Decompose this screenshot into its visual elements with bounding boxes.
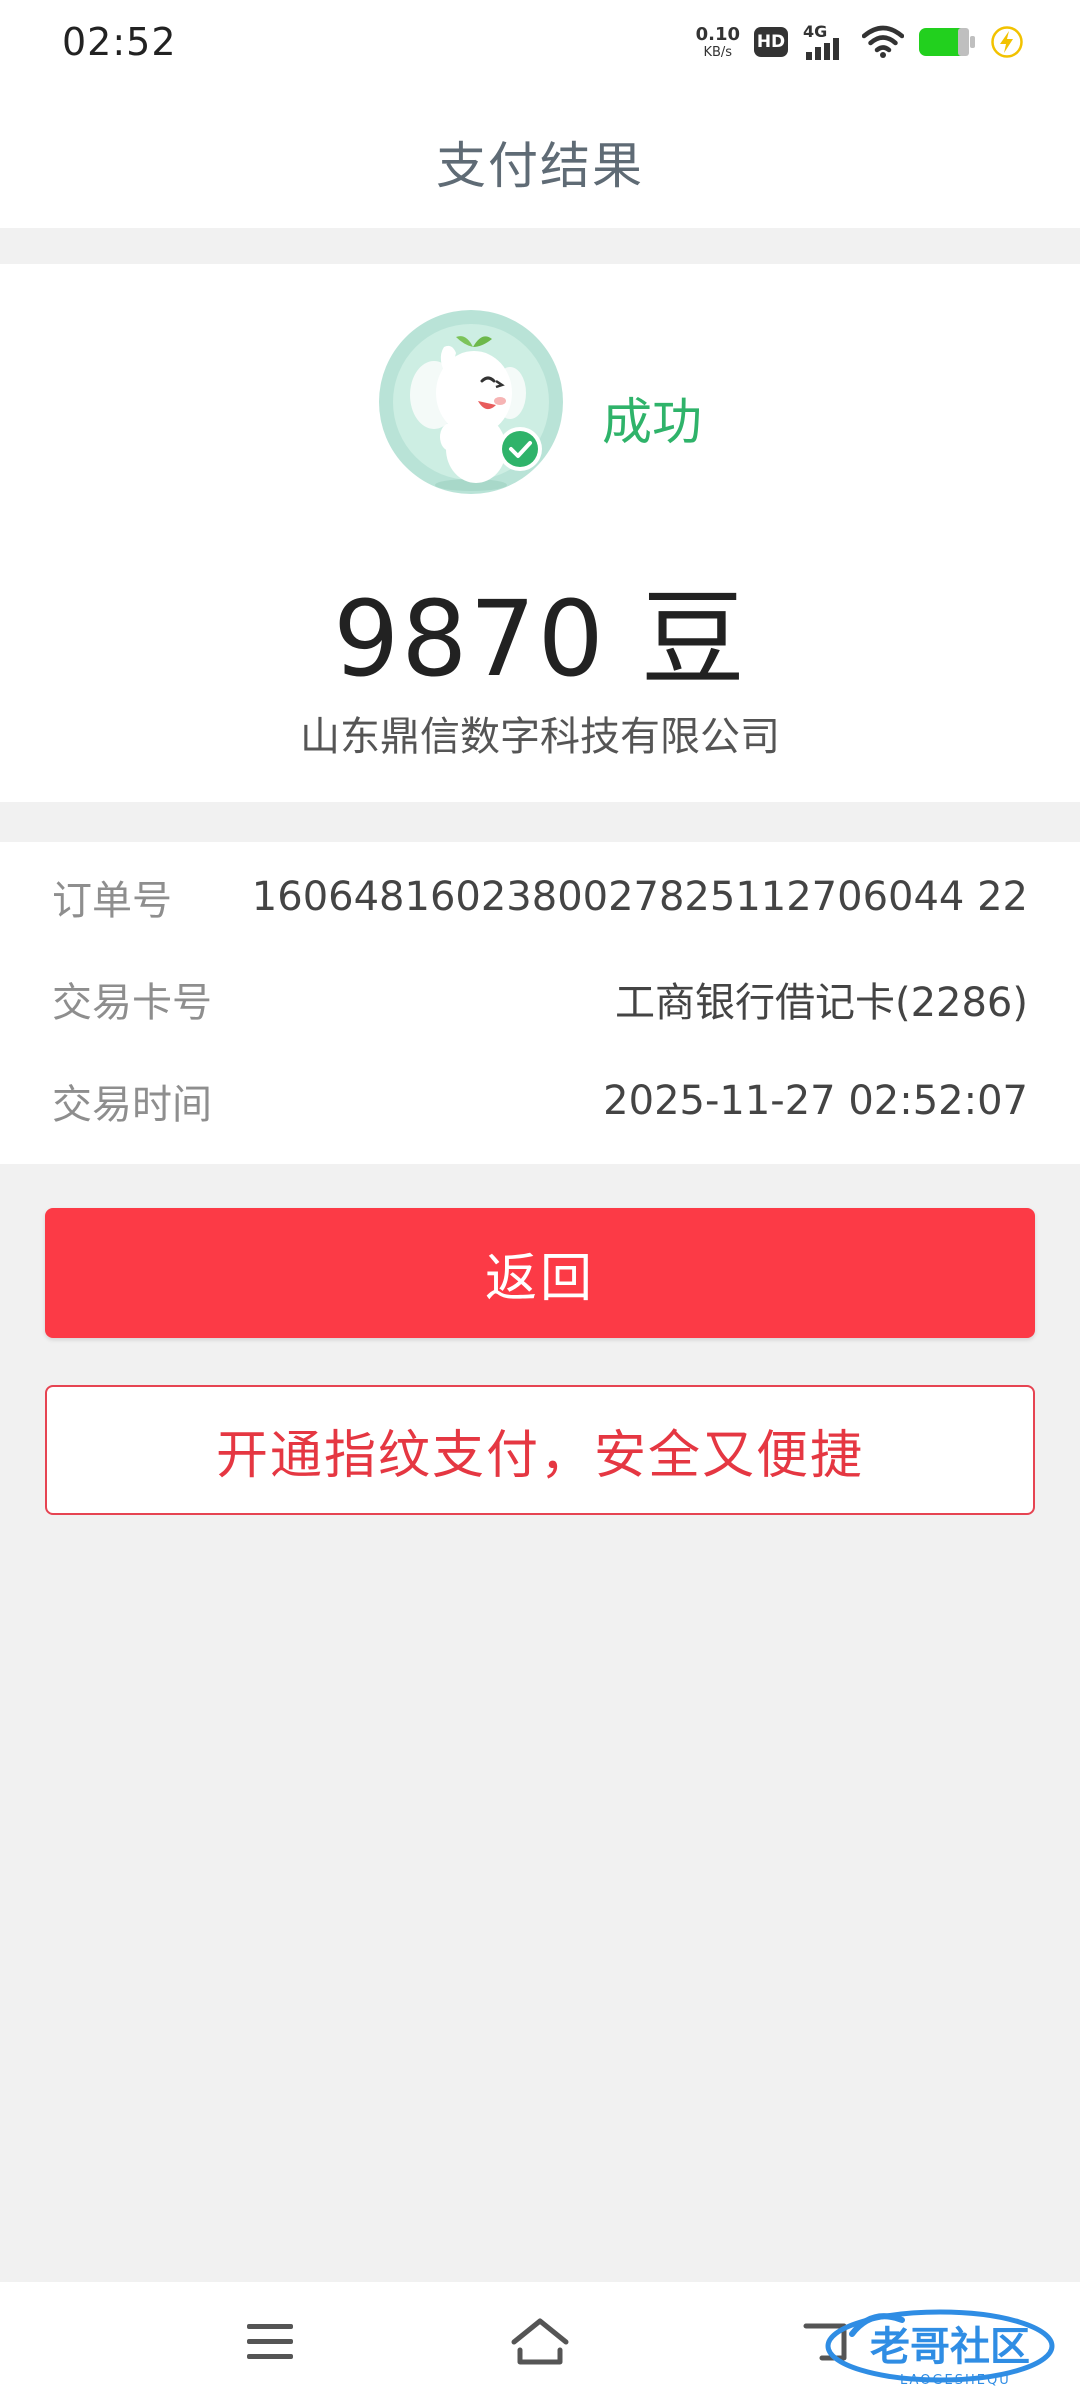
hd-icon: HD [754, 27, 788, 57]
transaction-details: 订单号 1606481602380027825112706044 22 交易卡号… [0, 842, 1080, 1164]
wifi-icon [862, 25, 904, 58]
watermark-logo: 老哥社区 LAOGESHEQU [825, 2309, 1055, 2388]
elephant-mascot-icon [379, 310, 563, 494]
detail-row-card: 交易卡号 工商银行借记卡(2286) [52, 964, 1028, 1034]
payment-result-card: 成功 9870 豆 山东鼎信数字科技有限公司 [0, 264, 1080, 802]
net-speed-indicator: 0.10 KB/s [695, 23, 740, 60]
network-label: 4G [803, 22, 827, 41]
return-button[interactable]: 返回 [45, 1208, 1035, 1338]
net-speed-unit: KB/s [703, 44, 733, 60]
time-label: 交易时间 [52, 1082, 212, 1128]
merchant-name: 山东鼎信数字科技有限公司 [300, 714, 780, 760]
detail-row-order-number: 订单号 1606481602380027825112706044 22 [52, 862, 1028, 932]
home-button[interactable] [500, 2312, 580, 2372]
page-title: 支付结果 [436, 137, 644, 195]
battery-icon [919, 28, 975, 56]
status-time: 02:52 [62, 20, 177, 64]
svg-text:LAOGESHEQU: LAOGESHEQU [900, 2373, 1011, 2388]
charging-icon [991, 26, 1023, 58]
system-nav-bar: 老哥社区 LAOGESHEQU [0, 2282, 1080, 2408]
svg-text:老哥社区: 老哥社区 [870, 2324, 1030, 2370]
card-value: 工商银行借记卡(2286) [614, 980, 1028, 1026]
payment-amount: 9870 豆 [333, 578, 747, 700]
detail-row-time: 交易时间 2025-11-27 02:52:07 [52, 1066, 1028, 1136]
page-header: 支付结果 [0, 86, 1080, 228]
signal-4g-icon: 4G [803, 22, 839, 60]
order-number-value: 1606481602380027825112706044 22 [251, 874, 1028, 920]
menu-icon [247, 2324, 293, 2359]
home-icon [511, 2318, 569, 2365]
payment-status: 成功 [602, 393, 702, 451]
menu-button[interactable] [230, 2312, 310, 2372]
time-value: 2025-11-27 02:52:07 [603, 1078, 1028, 1124]
status-bar: 02:52 0.10 KB/s HD 4G [0, 0, 1080, 86]
status-icons: 0.10 KB/s HD 4G [696, 20, 1024, 64]
order-number-label: 订单号 [52, 878, 172, 924]
card-label: 交易卡号 [52, 980, 212, 1026]
enable-fingerprint-button[interactable]: 开通指纹支付，安全又便捷 [45, 1385, 1035, 1515]
net-speed-value: 0.10 [695, 23, 740, 45]
